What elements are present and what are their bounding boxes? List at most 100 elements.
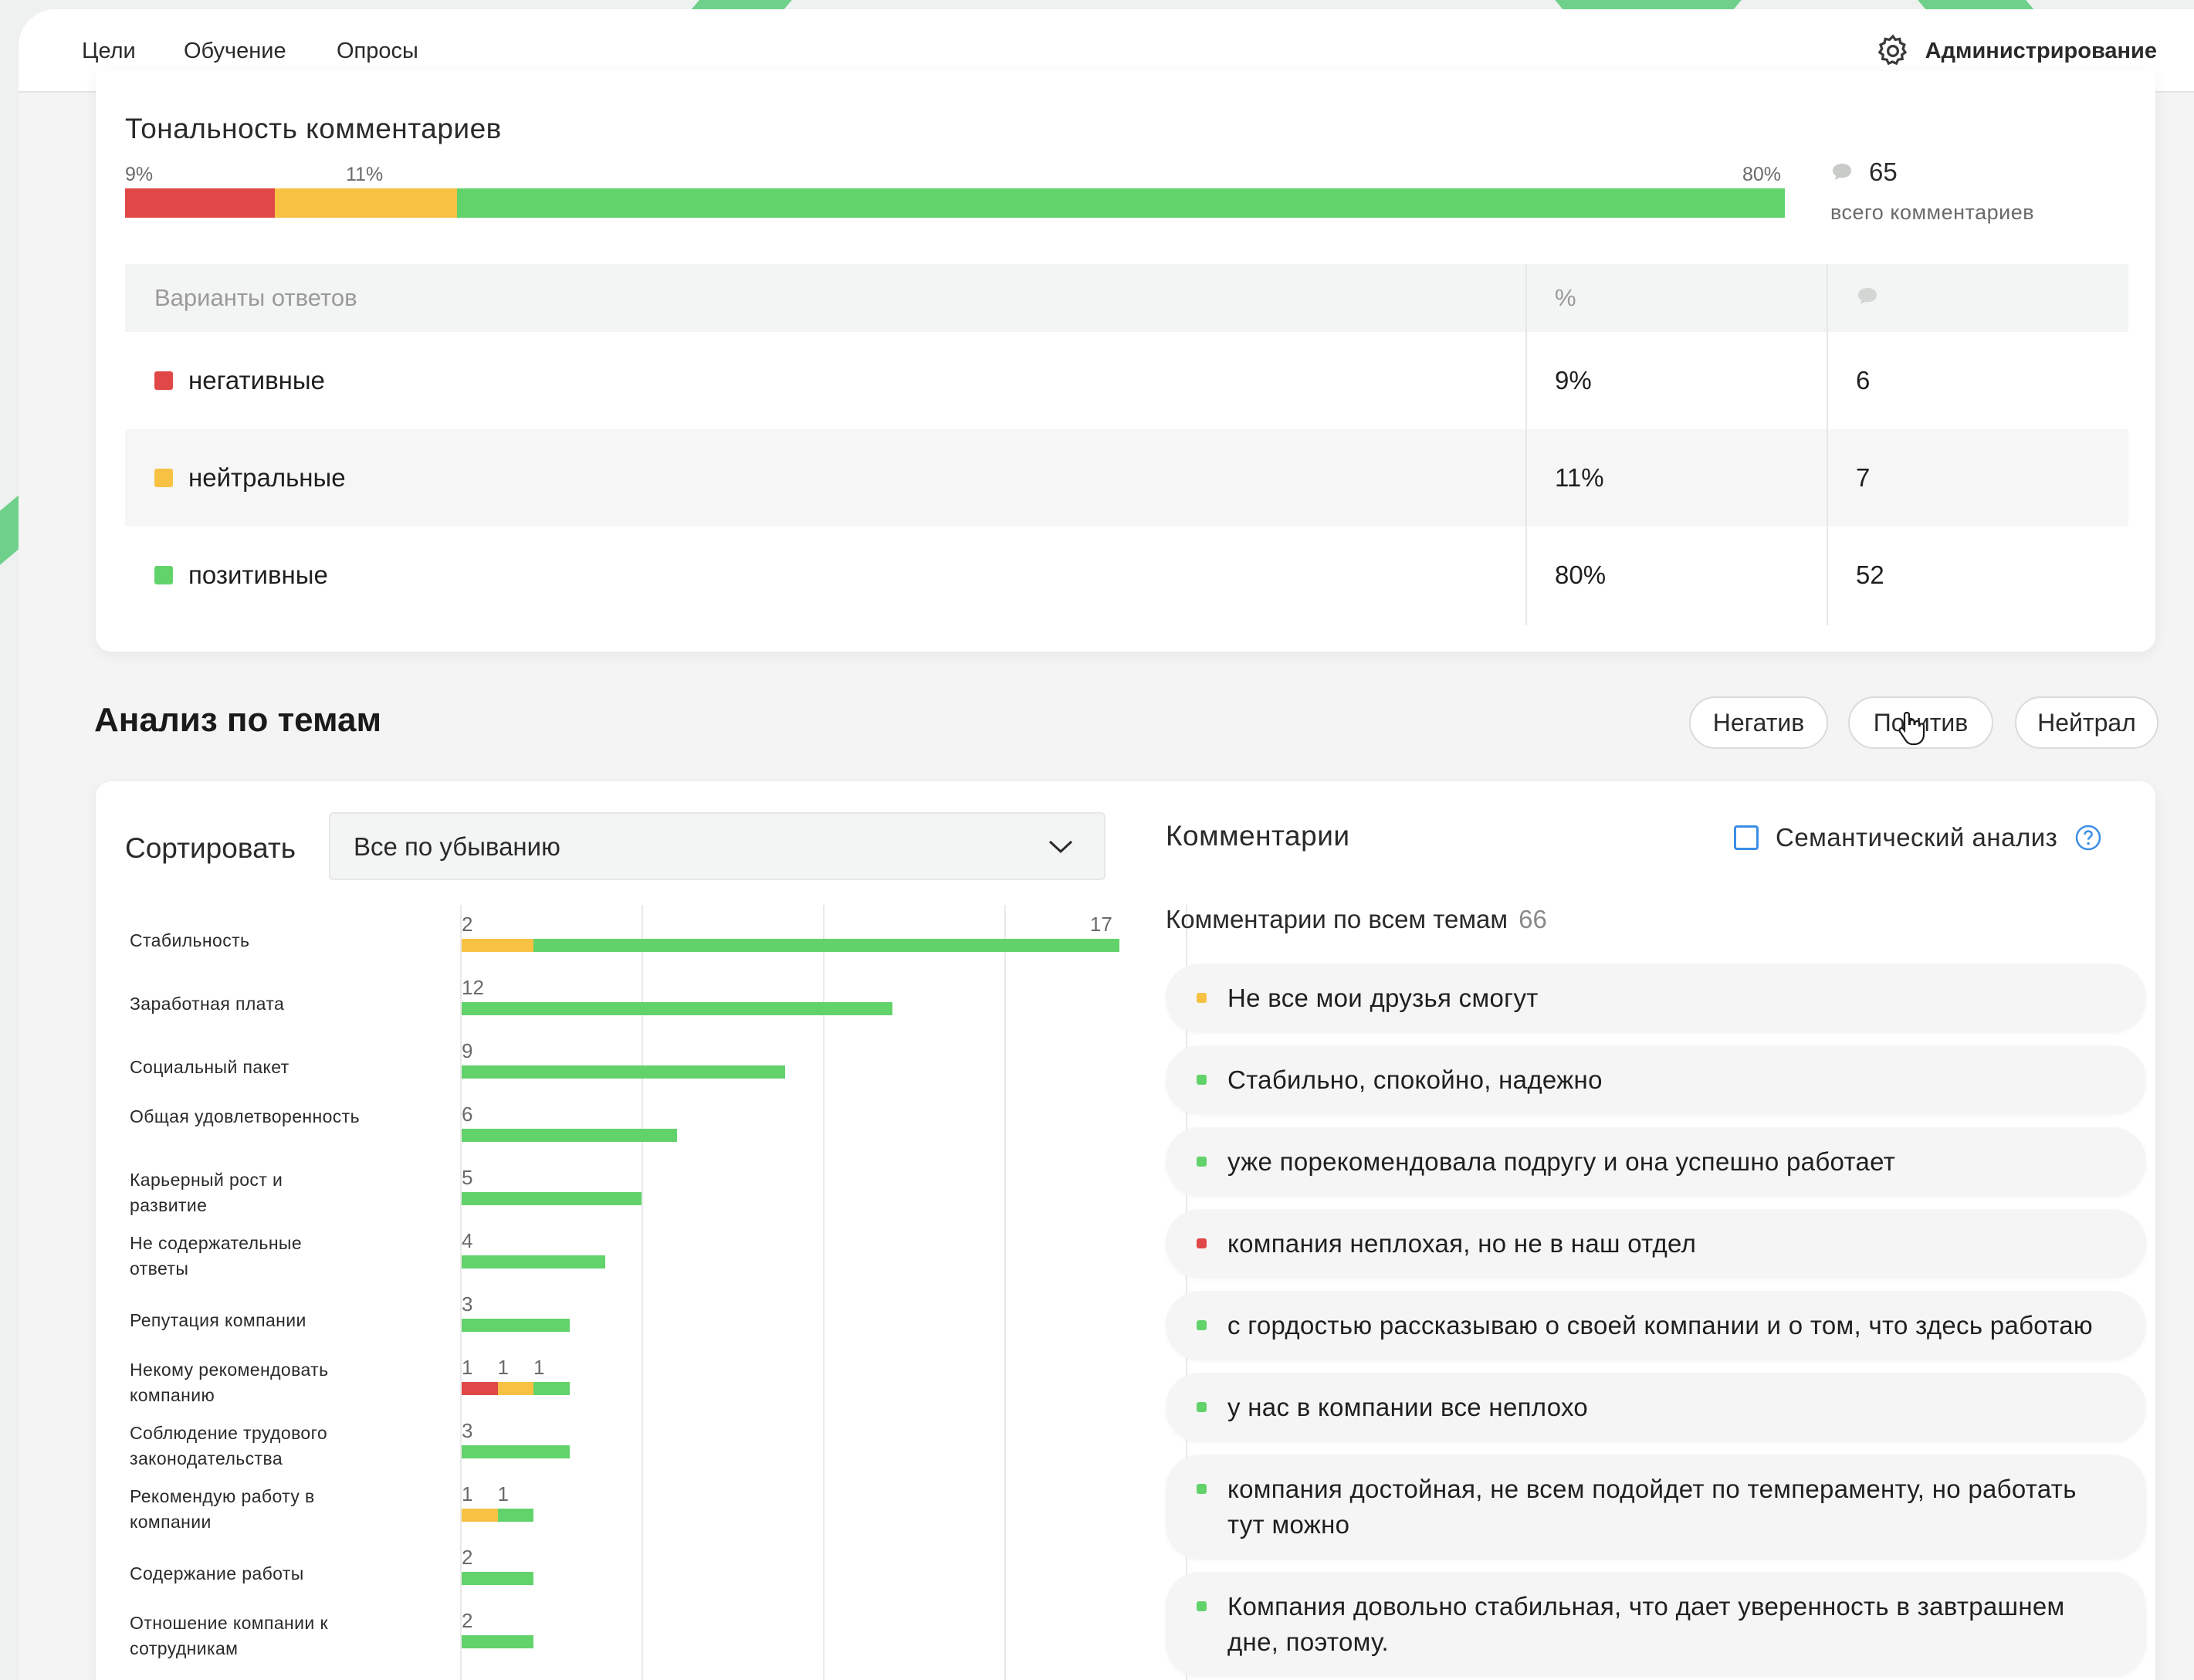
chart-gridline [642, 905, 643, 1680]
filter-neutral-button[interactable]: Нейтрал [2015, 696, 2158, 749]
chart-value-label: 2 [462, 1609, 473, 1632]
row-percent: 9% [1555, 366, 1592, 395]
app-window: Цели Обучение Опросы Администрирование Т… [19, 9, 2194, 1680]
tonality-title: Тональность комментариев [125, 113, 502, 144]
row-label-text: нейтральные [188, 463, 346, 492]
neutral-color-swatch [154, 469, 173, 487]
chart-value-label: 1 [462, 1356, 473, 1379]
neutral-pct-label: 11% [346, 164, 384, 185]
themes-title: Анализ по темам [94, 701, 382, 739]
sentiment-dot-icon [1197, 1402, 1207, 1412]
chevron-down-icon [1048, 840, 1073, 854]
chart-category-label: Стабильность [130, 930, 250, 950]
admin-link[interactable]: Администрирование [1874, 32, 2157, 69]
comment-text: компания неплохая, но не в наш отдел [1227, 1229, 1697, 1258]
tonality-bar [125, 188, 1785, 218]
chart-value-label: 6 [462, 1102, 473, 1126]
chart-category-label: Социальный пакет [130, 1057, 289, 1077]
nav-tab-learning[interactable]: Обучение [184, 39, 286, 64]
row-label: позитивные [154, 561, 328, 590]
chart-value-label: 5 [462, 1166, 473, 1189]
sort-value: Все по убыванию [354, 832, 560, 861]
chart-category-label: Репутация компании [130, 1310, 306, 1330]
themes-card: Сортировать Все по убыванию Стабильность… [96, 781, 2155, 1680]
themes-bar-chart: Стабильность 2 17 Заработная плата 12 Социаль… [119, 905, 1187, 1680]
sentiment-dot-icon [1197, 1484, 1207, 1494]
chart-bar [462, 1509, 498, 1522]
comment-item[interactable]: компания достойная, не всем подойдет по … [1166, 1455, 2146, 1560]
filter-negative-button[interactable]: Негатив [1689, 696, 1828, 749]
chart-bar [462, 939, 533, 952]
comment-text: Компания довольно стабильная, что дает у… [1227, 1592, 2065, 1656]
chart-value-label: 12 [462, 976, 484, 999]
sort-label: Сортировать [125, 832, 296, 864]
semantic-checkbox[interactable] [1734, 825, 1759, 850]
chart-bar [497, 1509, 533, 1522]
row-label-text: позитивные [188, 561, 328, 589]
sentiment-dot-icon [1197, 1320, 1207, 1330]
comment-item[interactable]: уже порекомендовала подругу и она успешн… [1166, 1127, 2146, 1197]
gear-icon [1877, 34, 1907, 66]
chart-value-label: 3 [462, 1419, 473, 1442]
tonality-segment [125, 188, 275, 218]
chart-value-label: 3 [462, 1292, 473, 1316]
comment-item[interactable]: Компания довольно стабильная, что дает у… [1166, 1572, 2146, 1677]
sentiment-dot-icon [1197, 1601, 1207, 1611]
chart-value-label: 1 [462, 1482, 473, 1506]
header-options: Варианты ответов [154, 284, 357, 311]
sentiment-dot-icon [1197, 1075, 1207, 1085]
hand-cursor-icon [1898, 711, 1925, 746]
chart-value-label: 2 [462, 1546, 473, 1569]
comment-item[interactable]: компания неплохая, но не в наш отдел [1166, 1209, 2146, 1279]
chart-category-label: Содержание работы [130, 1563, 304, 1583]
row-percent: 80% [1555, 561, 1607, 589]
comment-text: с гордостью рассказываю о своей компании… [1227, 1311, 2093, 1340]
comment-text: компания достойная, не всем подойдет по … [1227, 1475, 2077, 1539]
comment-item[interactable]: с гордостью рассказываю о своей компании… [1166, 1291, 2146, 1360]
row-count: 52 [1856, 561, 1884, 589]
chart-value-label: 1 [497, 1482, 509, 1506]
comment-item[interactable]: Стабильно, спокойно, надежно [1166, 1045, 2146, 1115]
semantic-analysis-toggle[interactable]: Семантический анализ [1734, 823, 2102, 852]
tonality-segment [274, 188, 457, 218]
row-label: нейтральные [154, 463, 346, 493]
chart-bar [462, 1319, 570, 1332]
chart-value-label: 2 [462, 913, 473, 936]
chart-bar [462, 1065, 785, 1079]
chart-gridline [823, 905, 824, 1680]
comments-count: 66 [1519, 905, 1547, 933]
row-count: 6 [1856, 366, 1871, 395]
positive-pct-label: 80% [1742, 164, 1782, 185]
header-comments [1856, 283, 1879, 313]
comment-text: уже порекомендовала подругу и она успешн… [1227, 1147, 1896, 1176]
tonality-segment [457, 188, 1785, 218]
semantic-label: Семантический анализ [1776, 823, 2058, 852]
row-count: 7 [1856, 463, 1871, 492]
comments-list: Не все мои друзья смогут Стабильно, споко… [1166, 964, 2146, 1680]
row-label: негативные [154, 366, 325, 395]
header-percent: % [1555, 284, 1576, 311]
comment-item[interactable]: у нас в компании все неплохо [1166, 1373, 2146, 1442]
chart-bar [497, 1382, 533, 1395]
chart-value-label: 17 [1089, 913, 1112, 936]
comments-title: Комментарии [1166, 820, 1350, 852]
comment-text: у нас в компании все неплохо [1227, 1393, 1589, 1421]
comment-item[interactable]: Не все мои друзья смогут [1166, 964, 2146, 1033]
help-icon[interactable] [2074, 824, 2102, 852]
chart-bar [462, 1255, 605, 1268]
chart-category-label: Некому рекомендовать компанию [130, 1360, 329, 1405]
column-divider [1525, 264, 1527, 625]
sentiment-dot-icon [1197, 993, 1207, 1003]
row-percent: 11% [1555, 463, 1604, 492]
total-comments: 65 [1830, 158, 1898, 187]
sort-dropdown[interactable]: Все по убыванию [329, 812, 1105, 880]
chart-bar [462, 1572, 533, 1585]
comment-text: Не все мои друзья смогут [1227, 984, 1539, 1012]
comments-subtitle: Комментарии по всем темам 66 [1166, 905, 1547, 934]
chart-value-label: 4 [462, 1229, 473, 1252]
total-label: всего комментариев [1830, 201, 2035, 224]
nav-tab-surveys[interactable]: Опросы [337, 39, 418, 93]
nav-tab-goals[interactable]: Цели [82, 39, 136, 64]
comment-icon [1858, 288, 1877, 304]
decor-stripe [0, 495, 19, 578]
